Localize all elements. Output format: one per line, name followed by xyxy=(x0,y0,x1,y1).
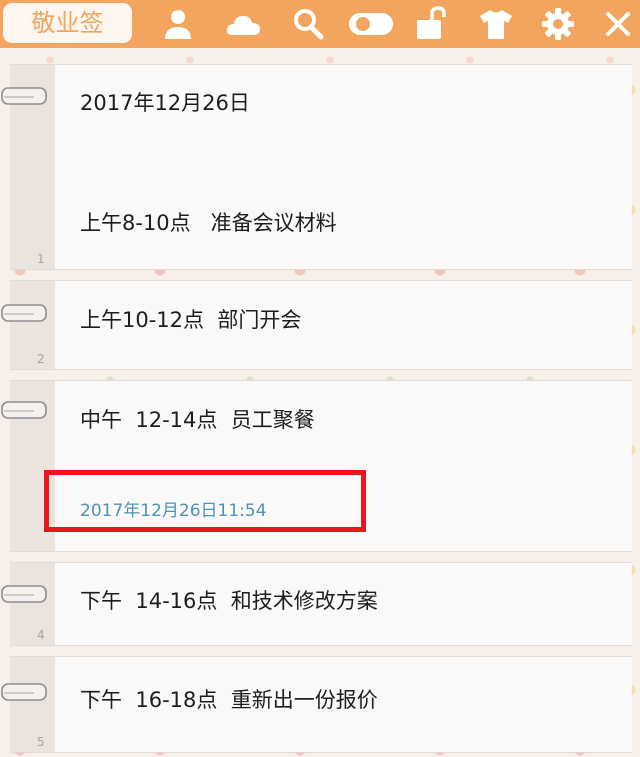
toggle-icon[interactable] xyxy=(348,6,394,42)
toolbar: 敬业签 xyxy=(0,0,640,48)
note-number: 2 xyxy=(37,352,45,366)
note-text: 中午 12-14点 员工聚餐 xyxy=(80,408,315,432)
highlight-box xyxy=(44,470,366,532)
note-text: 上午8-10点 准备会议材料 xyxy=(80,211,337,235)
paperclip-icon xyxy=(0,682,48,704)
note-date: 2017年12月26日 xyxy=(80,91,250,115)
paperclip-icon xyxy=(0,86,48,108)
close-icon[interactable] xyxy=(600,6,636,42)
search-icon[interactable] xyxy=(290,6,326,42)
gear-icon[interactable] xyxy=(540,6,576,42)
note-text: 上午10-12点 部门开会 xyxy=(80,308,302,332)
app-logo[interactable]: 敬业签 xyxy=(3,3,132,43)
paperclip-icon xyxy=(0,584,48,606)
note-number: 5 xyxy=(37,735,45,749)
note-text: 下午 14-16点 和技术修改方案 xyxy=(80,589,378,613)
unlock-icon[interactable] xyxy=(414,6,450,42)
user-icon[interactable] xyxy=(160,6,196,42)
paperclip-icon xyxy=(0,303,48,325)
shirt-icon[interactable] xyxy=(478,6,514,42)
cloud-icon[interactable] xyxy=(225,6,261,42)
note-number: 1 xyxy=(37,252,45,266)
paperclip-icon xyxy=(0,400,48,422)
note-number: 4 xyxy=(37,628,45,642)
note-text: 下午 16-18点 重新出一份报价 xyxy=(80,688,378,712)
